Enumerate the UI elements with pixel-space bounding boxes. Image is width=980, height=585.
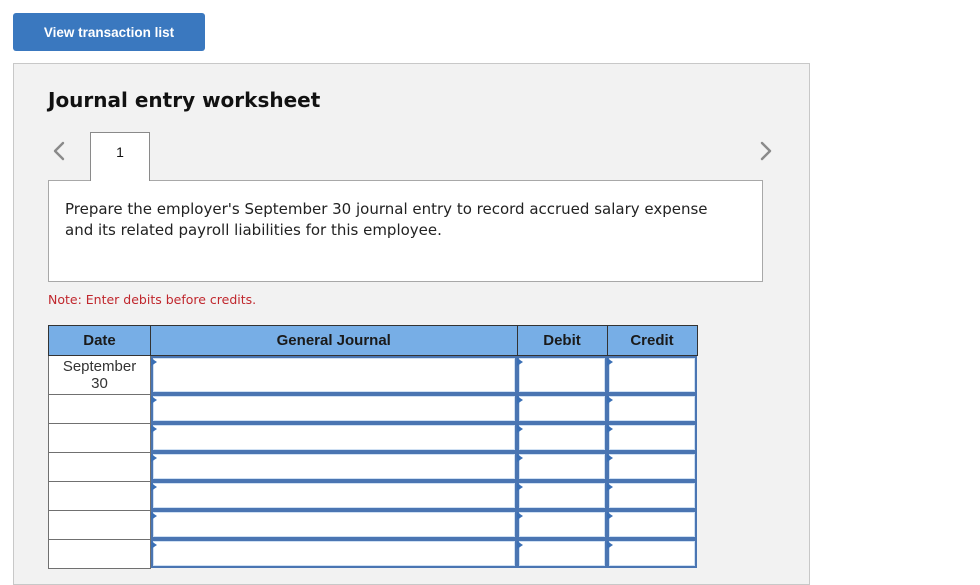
credit-input[interactable]	[609, 541, 695, 566]
dropdown-flag-icon	[151, 483, 157, 491]
chevron-left-icon[interactable]	[50, 139, 70, 163]
credit-input[interactable]	[609, 454, 695, 479]
account-cell	[150, 539, 517, 568]
chevron-right-icon[interactable]	[755, 139, 775, 163]
date-cell: September 30	[48, 355, 151, 395]
dropdown-flag-icon	[517, 541, 523, 549]
account-input[interactable]	[153, 512, 515, 537]
account-input[interactable]	[153, 425, 515, 450]
dropdown-flag-icon	[151, 358, 157, 366]
debit-cell	[517, 539, 607, 568]
dropdown-flag-icon	[151, 454, 157, 462]
date-cell	[48, 422, 151, 453]
dropdown-flag-icon	[151, 425, 157, 433]
dropdown-flag-icon	[607, 358, 613, 366]
dropdown-flag-icon	[151, 541, 157, 549]
table-row	[48, 393, 697, 424]
account-cell	[150, 423, 517, 452]
header-general-journal: General Journal	[150, 325, 518, 356]
table-row	[48, 538, 697, 569]
dropdown-flag-icon	[607, 512, 613, 520]
debit-cell	[517, 481, 607, 510]
table-header-row: Date General Journal Debit Credit	[48, 325, 698, 356]
account-input[interactable]	[153, 358, 515, 392]
date-cell	[48, 451, 151, 482]
credit-input[interactable]	[609, 512, 695, 537]
account-input[interactable]	[153, 483, 515, 508]
dropdown-flag-icon	[607, 541, 613, 549]
account-cell	[150, 510, 517, 539]
dropdown-flag-icon	[607, 483, 613, 491]
credit-cell	[607, 510, 697, 539]
table-row	[48, 480, 697, 511]
account-cell	[150, 394, 517, 423]
debit-input[interactable]	[519, 512, 605, 537]
debit-input[interactable]	[519, 358, 605, 392]
debit-cell	[517, 423, 607, 452]
account-cell	[150, 481, 517, 510]
dropdown-flag-icon	[517, 396, 523, 404]
journal-table: Date General Journal Debit Credit Septem…	[48, 325, 698, 569]
debit-input[interactable]	[519, 396, 605, 421]
header-debit: Debit	[516, 325, 608, 356]
debit-cell	[517, 510, 607, 539]
dropdown-flag-icon	[517, 483, 523, 491]
credit-cell	[607, 423, 697, 452]
account-input[interactable]	[153, 541, 515, 566]
dropdown-flag-icon	[607, 396, 613, 404]
dropdown-flag-icon	[151, 512, 157, 520]
worksheet-title: Journal entry worksheet	[48, 88, 321, 112]
credit-input[interactable]	[609, 425, 695, 450]
dropdown-flag-icon	[517, 454, 523, 462]
instruction-text: Prepare the employer's September 30 jour…	[65, 200, 708, 239]
note-text: Note: Enter debits before credits.	[48, 292, 257, 307]
account-input[interactable]	[153, 454, 515, 479]
debit-cell	[517, 394, 607, 423]
debit-cell	[517, 452, 607, 481]
credit-cell	[607, 355, 697, 394]
header-date: Date	[48, 325, 151, 356]
view-transaction-list-button[interactable]: View transaction list	[13, 13, 205, 51]
account-cell	[150, 355, 517, 394]
date-cell	[48, 480, 151, 511]
tab-entry-1[interactable]: 1	[90, 132, 150, 181]
debit-input[interactable]	[519, 483, 605, 508]
dropdown-flag-icon	[151, 396, 157, 404]
credit-cell	[607, 394, 697, 423]
date-cell	[48, 509, 151, 540]
credit-cell	[607, 481, 697, 510]
date-cell	[48, 393, 151, 424]
debit-cell	[517, 355, 607, 394]
credit-cell	[607, 539, 697, 568]
table-row	[48, 422, 697, 453]
debit-input[interactable]	[519, 454, 605, 479]
journal-entry-worksheet-panel: Journal entry worksheet 1 Prepare the em…	[13, 63, 810, 585]
account-cell	[150, 452, 517, 481]
instruction-box: Prepare the employer's September 30 jour…	[48, 180, 763, 282]
debit-input[interactable]	[519, 541, 605, 566]
credit-input[interactable]	[609, 483, 695, 508]
dropdown-flag-icon	[607, 454, 613, 462]
account-input[interactable]	[153, 396, 515, 421]
dropdown-flag-icon	[517, 358, 523, 366]
debit-input[interactable]	[519, 425, 605, 450]
date-cell	[48, 538, 151, 569]
credit-input[interactable]	[609, 396, 695, 421]
table-row	[48, 451, 697, 482]
header-credit: Credit	[606, 325, 698, 356]
dropdown-flag-icon	[607, 425, 613, 433]
dropdown-flag-icon	[517, 425, 523, 433]
credit-input[interactable]	[609, 358, 695, 392]
credit-cell	[607, 452, 697, 481]
table-row: September 30	[48, 355, 697, 395]
dropdown-flag-icon	[517, 512, 523, 520]
table-row	[48, 509, 697, 540]
